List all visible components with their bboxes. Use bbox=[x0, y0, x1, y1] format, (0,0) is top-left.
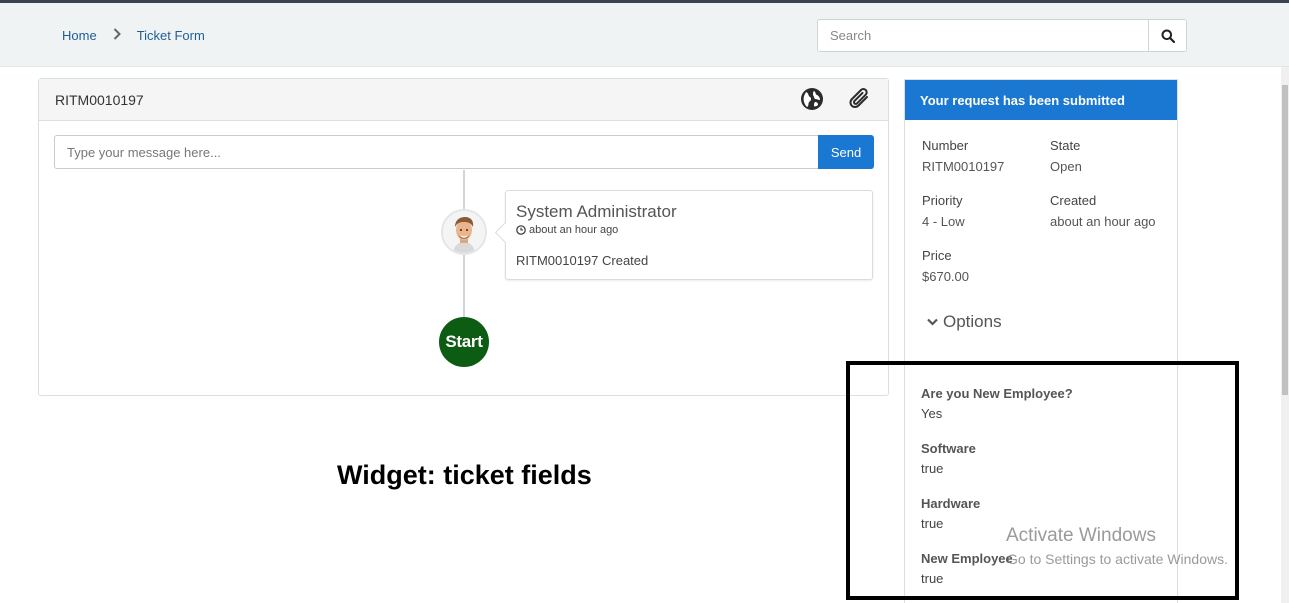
options-label: Options bbox=[943, 312, 1002, 331]
priority-label: Priority bbox=[922, 193, 963, 208]
entry-text: RITM0010197 Created bbox=[516, 253, 649, 268]
entry-time: about an hour ago bbox=[516, 224, 618, 236]
ticket-panel-header: RITM0010197 bbox=[39, 79, 888, 121]
message-composer: Send bbox=[54, 135, 874, 169]
number-label: Number bbox=[922, 138, 969, 153]
number-value: RITM0010197 bbox=[922, 159, 1005, 174]
search-icon bbox=[1161, 29, 1175, 43]
ticket-conversation-panel: RITM0010197 Send System Administrator bbox=[38, 78, 889, 396]
annotation-label: Widget: ticket fields bbox=[337, 460, 592, 490]
breadcrumb: Home Ticket Form bbox=[62, 27, 205, 43]
entry-author: System Administrator bbox=[516, 202, 677, 221]
search-button[interactable] bbox=[1148, 20, 1186, 51]
activate-windows-watermark: Activate Windows Go to Settings to activ… bbox=[1006, 525, 1228, 567]
timeline-entry: System Administrator about an hour ago R… bbox=[505, 190, 873, 280]
globe-icon[interactable] bbox=[800, 87, 824, 116]
watermark-subtitle: Go to Settings to activate Windows. bbox=[1007, 551, 1228, 567]
price-label: Price bbox=[922, 248, 952, 263]
price-field: Price $670.00 bbox=[922, 248, 969, 284]
created-label: Created bbox=[1050, 193, 1097, 208]
page-scrollbar[interactable] bbox=[1281, 67, 1289, 603]
scrollbar-thumb[interactable] bbox=[1282, 85, 1288, 395]
submitted-banner: Your request has been submitted bbox=[905, 80, 1177, 120]
clock-icon bbox=[516, 225, 526, 235]
priority-value: 4 - Low bbox=[922, 214, 965, 229]
avatar bbox=[441, 209, 487, 255]
chevron-right-icon bbox=[113, 27, 121, 43]
state-value: Open bbox=[1050, 159, 1082, 174]
search-input[interactable] bbox=[818, 20, 1148, 51]
chevron-down-icon bbox=[927, 318, 938, 326]
state-field: State Open bbox=[1050, 138, 1082, 174]
breadcrumb-ticket-form-link[interactable]: Ticket Form bbox=[137, 28, 205, 43]
options-toggle[interactable]: Options bbox=[927, 312, 1002, 332]
breadcrumb-home-link[interactable]: Home bbox=[62, 28, 97, 43]
state-label: State bbox=[1050, 138, 1081, 153]
watermark-title: Activate Windows bbox=[1006, 525, 1156, 546]
created-value: about an hour ago bbox=[1050, 214, 1156, 229]
entry-time-text: about an hour ago bbox=[529, 224, 619, 236]
paperclip-icon[interactable] bbox=[847, 86, 873, 117]
priority-field: Priority 4 - Low bbox=[922, 193, 965, 229]
message-input[interactable] bbox=[54, 135, 818, 169]
search-box bbox=[817, 19, 1187, 52]
timeline-start-node: Start bbox=[439, 317, 489, 367]
price-value: $670.00 bbox=[922, 269, 969, 284]
ticket-id: RITM0010197 bbox=[55, 92, 144, 108]
number-field: Number RITM0010197 bbox=[922, 138, 1004, 174]
created-field: Created about an hour ago bbox=[1050, 193, 1156, 229]
header-bar: Home Ticket Form bbox=[0, 3, 1289, 67]
send-button[interactable]: Send bbox=[818, 135, 874, 169]
